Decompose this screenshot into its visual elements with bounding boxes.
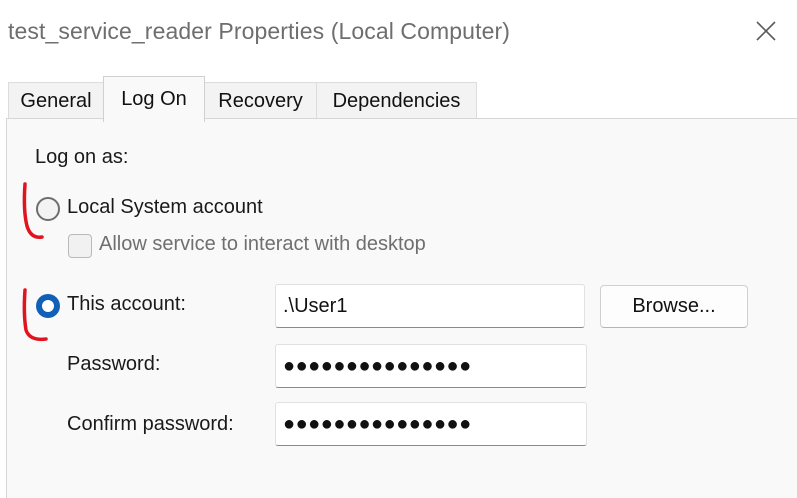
red-annotation-mark-1 bbox=[22, 182, 44, 239]
interact-desktop-checkbox[interactable] bbox=[68, 234, 92, 258]
local-system-label[interactable]: Local System account bbox=[67, 196, 263, 219]
browse-button[interactable]: Browse... bbox=[600, 285, 748, 328]
title-bar: test_service_reader Properties (Local Co… bbox=[0, 0, 797, 70]
confirm-password-field[interactable]: ●●●●●●●●●●●●●●● bbox=[275, 402, 587, 446]
account-name-input[interactable]: .\User1 bbox=[275, 284, 585, 328]
password-field[interactable]: ●●●●●●●●●●●●●●● bbox=[275, 344, 587, 388]
password-label: Password: bbox=[67, 353, 161, 375]
tab-general[interactable]: General bbox=[8, 82, 104, 120]
red-annotation-mark-2 bbox=[22, 288, 48, 342]
close-icon bbox=[756, 21, 776, 41]
interact-desktop-label[interactable]: Allow service to interact with desktop bbox=[99, 233, 426, 256]
tab-dependencies[interactable]: Dependencies bbox=[316, 82, 477, 120]
log-on-as-heading: Log on as: bbox=[35, 146, 129, 168]
tab-strip: General Log On Recovery Dependencies bbox=[0, 70, 797, 122]
window-title: test_service_reader Properties (Local Co… bbox=[8, 18, 510, 44]
tab-log-on[interactable]: Log On bbox=[103, 76, 205, 122]
tab-recovery[interactable]: Recovery bbox=[204, 82, 317, 120]
close-button[interactable] bbox=[733, 0, 797, 64]
confirm-password-label: Confirm password: bbox=[67, 413, 234, 435]
this-account-label[interactable]: This account: bbox=[67, 293, 186, 316]
